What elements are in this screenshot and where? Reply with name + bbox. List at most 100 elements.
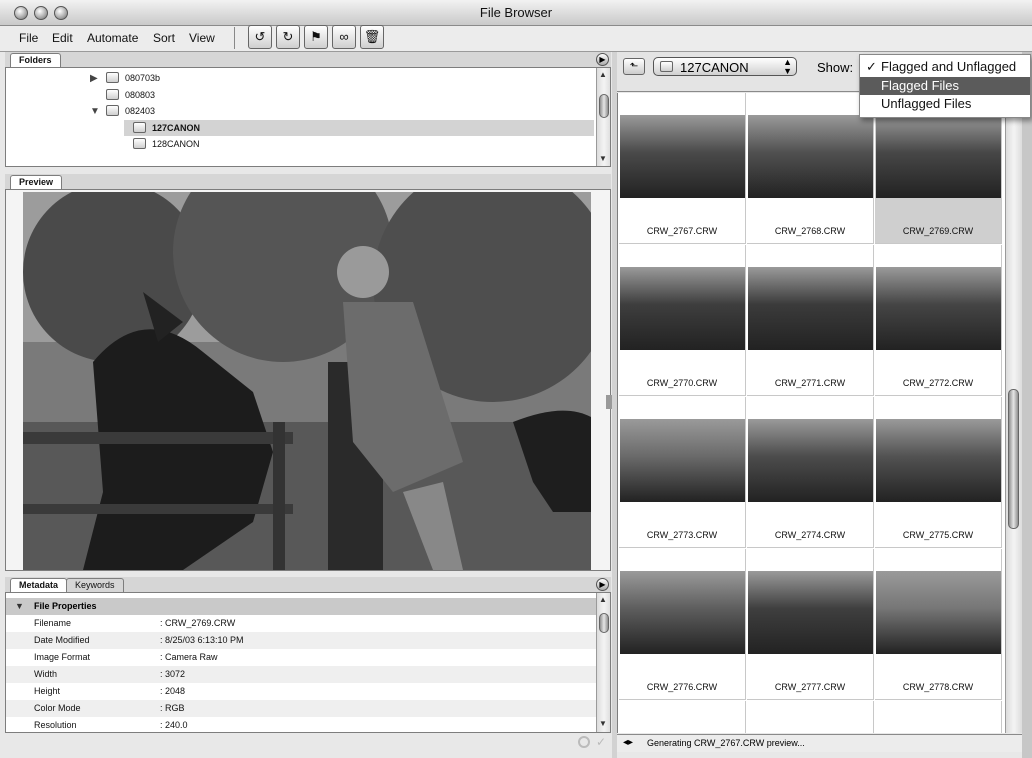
tab-folders[interactable]: Folders [10, 53, 61, 67]
thumbnail-image [620, 571, 745, 654]
menu-sort[interactable]: Sort [153, 31, 175, 45]
find-button[interactable]: ∞ [332, 25, 356, 49]
menu-view[interactable]: View [189, 31, 215, 45]
flag-button[interactable]: ⚑ [304, 25, 328, 49]
folder-icon [106, 105, 119, 116]
metadata-section-title: File Properties [34, 601, 97, 611]
show-label: Show: [817, 60, 854, 75]
folder-item[interactable]: ▶ 080703b [90, 70, 290, 86]
thumbnail-filename: CRW_2768.CRW [774, 226, 846, 236]
thumbnail-filename: CRW_2769.CRW [902, 226, 974, 236]
location-label: 127CANON [680, 60, 749, 75]
metadata-scroll-thumb[interactable] [599, 613, 609, 633]
folder-icon [133, 121, 146, 133]
menu-file[interactable]: File [19, 31, 38, 45]
folders-menu-button[interactable]: ▶ [596, 53, 609, 66]
metadata-key: Date Modified [34, 635, 90, 645]
thumbnail-cell[interactable]: CRW_2771.CRW [747, 245, 874, 396]
thumbnail-filename: CRW_2773.CRW [646, 530, 718, 540]
metadata-key: Image Format [34, 652, 91, 662]
thumbnail-cell[interactable]: CRW_2770.CRW [619, 245, 746, 396]
thumbnail-cell[interactable]: CRW_2777.CRW [747, 549, 874, 700]
metadata-row: Width : 3072 [6, 666, 599, 683]
folders-scrollbar[interactable]: ▲ ▼ [596, 68, 610, 166]
metadata-key: Filename [34, 618, 72, 628]
thumbnail-cell-partial[interactable] [619, 701, 746, 733]
title-bar: File Browser [0, 0, 1032, 26]
thumbnail-cell[interactable]: CRW_2773.CRW [619, 397, 746, 548]
scroll-up-icon[interactable]: ▲ [599, 70, 607, 79]
no-entry-icon [578, 736, 590, 748]
metadata-value: : 3072 [160, 669, 186, 679]
checkmark-icon: ✓ [596, 735, 607, 749]
checkmark-icon: ✓ [866, 59, 877, 74]
tab-keywords[interactable]: Keywords [66, 578, 124, 592]
parent-folder-button[interactable]: ⬑ [623, 58, 645, 75]
metadata-key: Height [34, 686, 61, 696]
metadata-value: : 2048 [160, 686, 186, 696]
preview-image [23, 192, 591, 570]
tab-preview[interactable]: Preview [10, 175, 63, 189]
folder-item[interactable]: ▼ 082403 [90, 103, 290, 119]
thumbnail-cell-partial[interactable] [747, 701, 874, 733]
thumbnail-image [748, 267, 873, 350]
meta-scroll-down-icon[interactable]: ▼ [599, 719, 607, 728]
metadata-menu-button[interactable]: ▶ [596, 578, 609, 591]
status-toggle-icon[interactable]: ◂▸ [623, 737, 633, 748]
thumbnail-cell[interactable]: CRW_2767.CRW [619, 93, 746, 244]
main-splitter[interactable] [612, 52, 617, 758]
folder-icon [106, 72, 119, 83]
folders-scroll-thumb[interactable] [599, 94, 609, 118]
folders-pane: ▶ 080703b 080803 ▼ 082403 127CANON 128CANON ▲ … [5, 67, 611, 167]
binoculars-icon: ∞ [339, 29, 349, 44]
thumbnail-cell[interactable]: CRW_2774.CRW [747, 397, 874, 548]
thumbnail-cell-partial[interactable] [875, 701, 1002, 733]
flag-icon: ⚑ [310, 29, 322, 44]
show-option-all[interactable]: ✓ Flagged and Unflagged [860, 58, 1030, 76]
thumbnail-scroll-thumb[interactable] [1008, 389, 1019, 529]
folder-name: 128CANON [152, 139, 200, 149]
thumbnail-image [876, 571, 1001, 654]
metadata-scrollbar[interactable]: ▲ ▼ [596, 593, 610, 732]
rotate-cw-button[interactable]: ↻ [276, 25, 300, 49]
thumbnail-cell[interactable]: CRW_2776.CRW [619, 549, 746, 700]
show-option-unflagged[interactable]: Unflagged Files [860, 95, 1030, 113]
thumbnail-filename: CRW_2771.CRW [774, 378, 846, 388]
folder-item[interactable]: 127CANON [124, 119, 594, 136]
thumbnail-cell[interactable]: CRW_2778.CRW [875, 549, 1002, 700]
thumbnail-filename: CRW_2775.CRW [902, 530, 974, 540]
thumbnail-grid: CRW_2767.CRW CRW_2768.CRW CRW_2769.CRW CRW_… [617, 93, 1020, 733]
status-bar: ◂▸ Generating CRW_2767.CRW preview... [617, 734, 1022, 752]
folder-item[interactable]: 080803 [90, 87, 290, 103]
metadata-key: Resolution [34, 720, 77, 730]
folder-icon [106, 88, 119, 100]
thumbnail-image [620, 419, 745, 502]
meta-scroll-up-icon[interactable]: ▲ [599, 595, 607, 604]
collapse-triangle-icon[interactable]: ▼ [15, 601, 24, 611]
thumbnail-image [620, 115, 745, 198]
thumbnail-cell[interactable]: CRW_2768.CRW [747, 93, 874, 244]
menu-automate[interactable]: Automate [87, 31, 138, 45]
location-popup[interactable]: 127CANON ▲ ▼ [653, 57, 797, 76]
delete-button[interactable]: 🗑 [360, 25, 384, 49]
thumbnail-filename: CRW_2774.CRW [774, 530, 846, 540]
folder-item[interactable]: 128CANON [124, 136, 324, 152]
menu-edit[interactable]: Edit [52, 31, 73, 45]
expanded-triangle-icon[interactable]: ▼ [90, 104, 106, 120]
rotate-ccw-button[interactable]: ↺ [248, 25, 272, 49]
show-option-flagged[interactable]: Flagged Files [860, 77, 1030, 95]
metadata-section-header[interactable]: ▼ File Properties [6, 598, 599, 615]
collapsed-triangle-icon[interactable]: ▶ [90, 71, 106, 87]
thumbnail-image [620, 267, 745, 350]
tab-metadata[interactable]: Metadata [10, 578, 68, 592]
thumbnail-filename: CRW_2770.CRW [646, 378, 718, 388]
metadata-key: Width [34, 669, 58, 679]
folder-name: 080703b [125, 73, 161, 83]
thumbnail-cell[interactable]: CRW_2775.CRW [875, 397, 1002, 548]
folder-name: 127CANON [152, 122, 201, 133]
thumbnail-cell[interactable]: CRW_2772.CRW [875, 245, 1002, 396]
thumbnail-filename: CRW_2777.CRW [774, 682, 846, 692]
folder-icon [133, 138, 146, 149]
scroll-down-icon[interactable]: ▼ [599, 154, 607, 163]
thumbnail-scrollbar[interactable] [1005, 93, 1022, 733]
